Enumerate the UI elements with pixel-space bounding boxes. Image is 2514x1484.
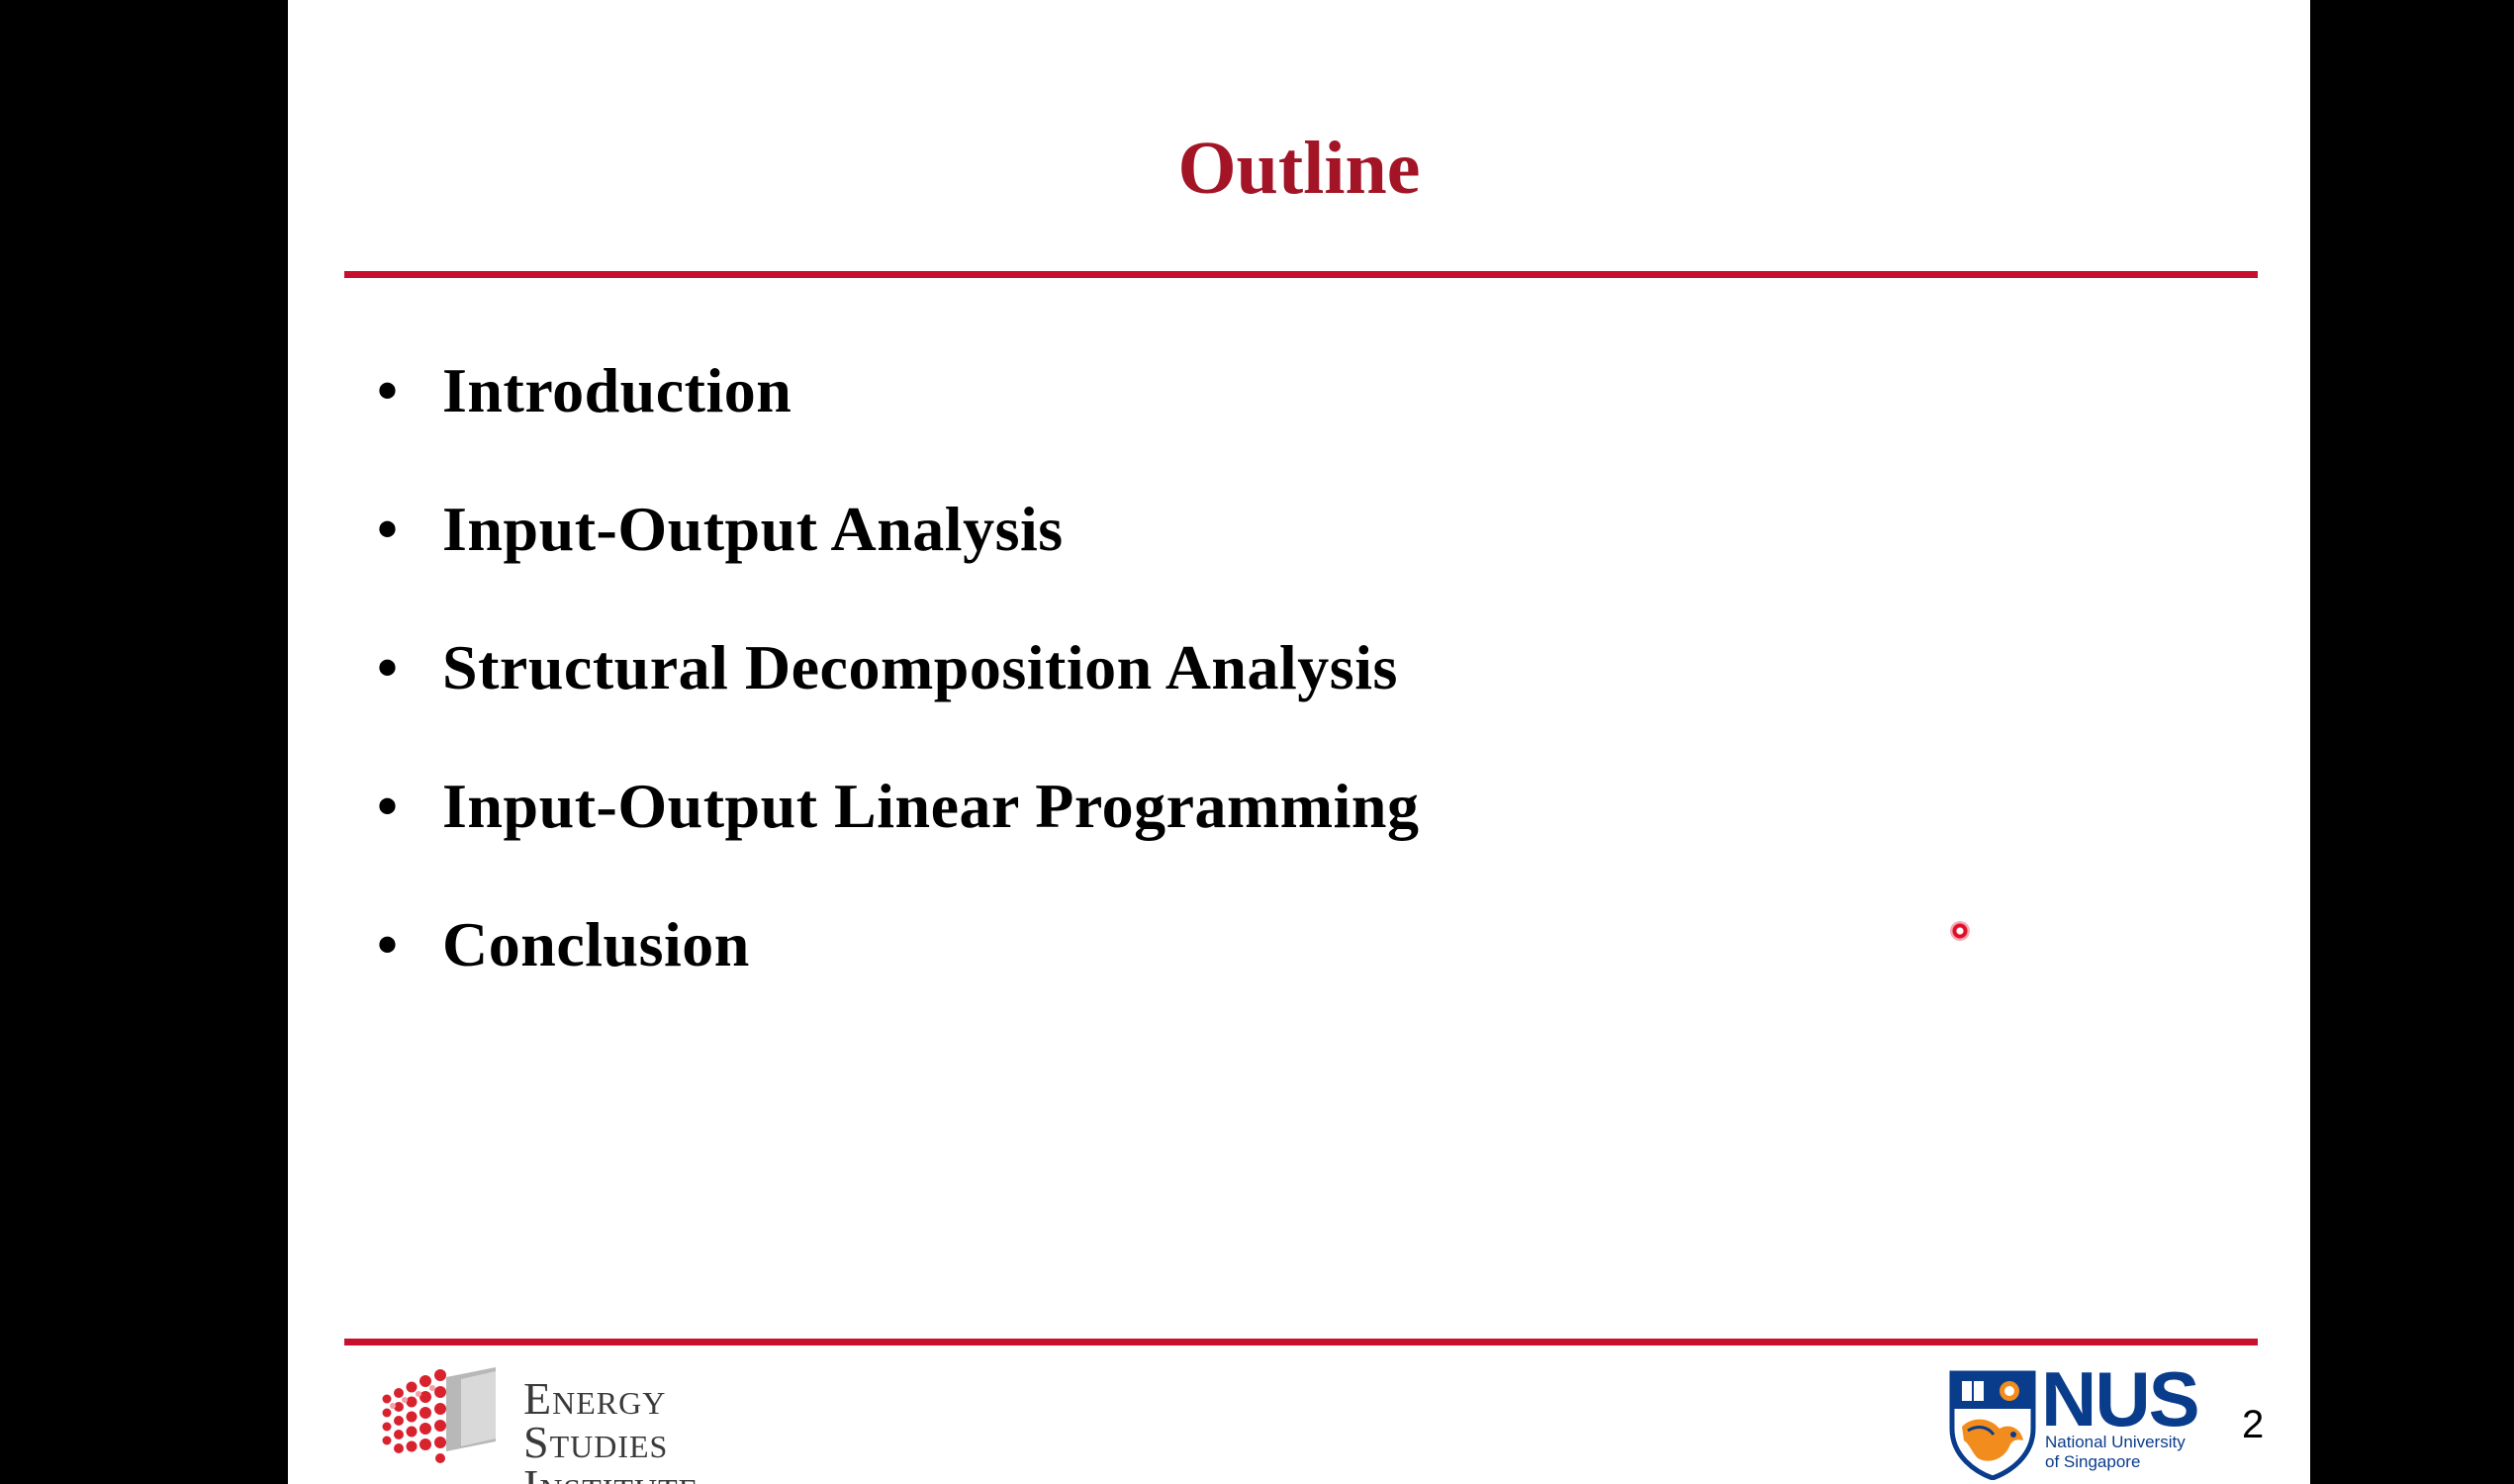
nus-full-name-line: National University <box>2045 1433 2186 1451</box>
footer-divider <box>344 1339 2258 1345</box>
esi-wordmark-line: Studies <box>523 1417 669 1467</box>
lion-shield-crest-icon <box>1949 1370 2036 1480</box>
title-divider <box>344 271 2258 278</box>
bullet-item-linear-programming: • Input-Output Linear Programming <box>377 737 1419 876</box>
bullet-icon: • <box>377 357 399 423</box>
bullet-item-conclusion: • Conclusion <box>377 876 1419 1014</box>
bullet-text: Input-Output Analysis <box>442 494 1064 564</box>
bullet-icon: • <box>377 634 399 700</box>
bullet-text: Input-Output Linear Programming <box>442 771 1420 841</box>
dot-grid-cube-icon <box>382 1367 496 1463</box>
bullet-item-input-output-analysis: • Input-Output Analysis <box>377 460 1419 599</box>
bullet-text: Conclusion <box>442 909 750 979</box>
bullet-icon: • <box>377 773 399 839</box>
bullet-item-structural-decomposition: • Structural Decomposition Analysis <box>377 599 1419 737</box>
esi-wordmark-line: Energy <box>523 1373 667 1424</box>
slide: Outline • Introduction • Input-Output An… <box>288 0 2310 1484</box>
nus-full-name: National University of Singapore <box>2045 1433 2186 1472</box>
bullet-icon: • <box>377 911 399 977</box>
bullet-text: Introduction <box>442 355 792 425</box>
bullet-icon: • <box>377 496 399 562</box>
nus-full-name-line: of Singapore <box>2045 1452 2141 1471</box>
energy-studies-institute-logo: Energy Studies Institute <box>377 1357 792 1484</box>
presentation-screen: Outline • Introduction • Input-Output An… <box>0 0 2514 1484</box>
esi-wordmark-line: Institute <box>523 1463 698 1484</box>
slide-title: Outline <box>1177 127 1421 210</box>
bullet-item-introduction: • Introduction <box>377 322 1419 460</box>
nus-abbreviation: NUS <box>2041 1355 2200 1442</box>
laser-pointer-icon <box>1950 921 1970 941</box>
page-number: 2 <box>2242 1403 2265 1446</box>
bullet-text: Structural Decomposition Analysis <box>442 632 1398 702</box>
nus-logo: NUS National University of Singapore <box>1948 1359 2205 1484</box>
bullet-list: • Introduction • Input-Output Analysis •… <box>377 322 1419 1014</box>
esi-wordmark: Energy Studies Institute <box>523 1373 698 1484</box>
